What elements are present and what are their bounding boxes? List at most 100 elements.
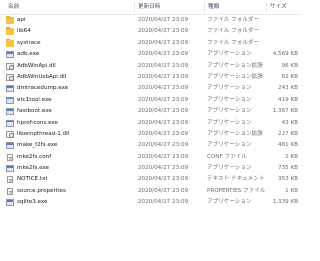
file-modified-date: 2020/04/27 23:09 [138, 130, 189, 137]
file-row[interactable]: source.properties 2020/04/27 23:09 PROPERT… [0, 186, 300, 197]
file-type: アプリケーション [207, 119, 252, 126]
file-modified-date: 2020/04/27 23:09 [138, 119, 189, 126]
exe-icon [6, 51, 14, 59]
exe-icon [6, 96, 14, 104]
folder-icon [6, 38, 14, 47]
file-name: fastboot.exe [17, 108, 52, 115]
file-row[interactable]: NOTICE.txt 2020/04/27 23:09 テキスト ドキュメント 353… [0, 174, 300, 185]
file-size: 1,367 KB [272, 108, 298, 115]
file-type: アプリケーション拡張 [207, 73, 263, 80]
file-name: libwinpthread-1.dll [17, 130, 70, 137]
file-name: mke2fs.exe [17, 165, 50, 172]
folder-icon [6, 27, 14, 36]
file-name: NOTICE.txt [17, 176, 48, 183]
file-size: 2 KB [285, 153, 298, 160]
file-row[interactable]: hprof-conv.exe 2020/04/27 23:09 アプリケーション 43… [0, 118, 300, 129]
file-list: api 2020/04/27 23:09 ファイル フォルダー lib64 2020/0… [0, 15, 300, 209]
file-modified-date: 2020/04/27 23:09 [138, 85, 189, 92]
file-type: アプリケーション [207, 108, 252, 115]
file-row[interactable]: AdbWinUsbApi.dll 2020/04/27 23:09 アプリケーション… [0, 72, 300, 83]
doc-icon [7, 187, 13, 195]
file-modified-date: 2020/04/27 23:09 [138, 28, 189, 35]
file-type: アプリケーション拡張 [207, 130, 263, 137]
file-type: ファイル フォルダー [207, 28, 260, 35]
file-modified-date: 2020/04/27 23:09 [138, 199, 189, 206]
file-row[interactable]: api 2020/04/27 23:09 ファイル フォルダー [0, 15, 300, 26]
file-modified-date: 2020/04/27 23:09 [138, 96, 189, 103]
file-name: lib64 [17, 28, 31, 35]
file-name: dmtracedump.exe [17, 85, 69, 92]
file-size: 227 KB [278, 130, 298, 137]
file-modified-date: 2020/04/27 23:09 [138, 39, 189, 46]
file-modified-date: 2020/04/27 23:09 [138, 187, 189, 194]
file-modified-date: 2020/04/27 23:09 [138, 176, 189, 183]
column-header-name[interactable]: 名前 [5, 0, 135, 14]
file-name: api [17, 17, 26, 23]
file-modified-date: 2020/04/27 23:09 [138, 142, 189, 149]
file-modified-date: 2020/04/27 23:09 [138, 153, 189, 160]
file-row[interactable]: mke2fs.conf 2020/04/27 23:09 CONF ファイル 2 KB [0, 152, 300, 163]
file-name: source.properties [17, 187, 66, 194]
dll-icon [6, 130, 14, 139]
dll-icon [6, 73, 14, 82]
file-name: hprof-conv.exe [17, 119, 58, 126]
column-header-date[interactable]: 更新日時 [135, 0, 205, 14]
doc-icon [7, 176, 13, 184]
file-size: 1 KB [285, 187, 298, 194]
file-size: 43 KB [281, 119, 298, 126]
exe-icon [6, 142, 14, 150]
file-type: アプリケーション [207, 165, 252, 172]
file-size: 4,569 KB [272, 51, 298, 58]
file-row[interactable]: libwinpthread-1.dll 2020/04/27 23:09 アプリケー… [0, 129, 300, 140]
column-header-row: 名前 更新日時 種類 サイズ [0, 0, 300, 15]
file-row[interactable]: systrace 2020/04/27 23:09 ファイル フォルダー [0, 38, 300, 49]
file-name: etc1tool.exe [17, 96, 52, 103]
file-row[interactable]: fastboot.exe 2020/04/27 23:09 アプリケーション 1,36… [0, 106, 300, 117]
file-modified-date: 2020/04/27 23:09 [138, 17, 189, 23]
file-type: アプリケーション拡張 [207, 62, 263, 69]
exe-icon [6, 85, 14, 93]
file-type: アプリケーション [207, 85, 252, 92]
file-size: 735 KB [278, 165, 298, 172]
file-row[interactable]: sqlite3.exe 2020/04/27 23:09 アプリケーション 1,339… [0, 197, 300, 208]
file-row[interactable]: etc1tool.exe 2020/04/27 23:09 アプリケーション 419 … [0, 95, 300, 106]
file-size: 243 KB [278, 85, 298, 92]
file-modified-date: 2020/04/27 23:09 [138, 73, 189, 80]
file-modified-date: 2020/04/27 23:09 [138, 62, 189, 69]
file-row[interactable]: lib64 2020/04/27 23:09 ファイル フォルダー [0, 26, 300, 37]
file-type: PROPERTIES ファイル [207, 187, 266, 194]
exe-icon [6, 119, 14, 127]
file-size: 419 KB [278, 96, 298, 103]
dll-icon [6, 62, 14, 71]
file-size: 353 KB [278, 176, 298, 183]
exe-icon [6, 108, 14, 116]
column-header-type[interactable]: 種類 [205, 0, 265, 14]
file-name: systrace [17, 39, 41, 46]
file-modified-date: 2020/04/27 23:09 [138, 165, 189, 172]
file-size: 62 KB [281, 73, 298, 80]
file-type: アプリケーション [207, 96, 252, 103]
file-row[interactable]: dmtracedump.exe 2020/04/27 23:09 アプリケーション 2… [0, 83, 300, 94]
file-name: mke2fs.conf [17, 153, 52, 160]
file-size: 1,339 KB [272, 199, 298, 206]
file-type: CONF ファイル [207, 153, 247, 160]
file-type: ファイル フォルダー [207, 17, 260, 23]
file-size: 96 KB [281, 62, 298, 69]
file-row[interactable]: AdbWinApi.dll 2020/04/27 23:09 アプリケーション拡張 9… [0, 61, 300, 72]
doc-icon [7, 153, 13, 161]
folder-icon [6, 16, 14, 24]
file-row[interactable]: make_f2fs.exe 2020/04/27 23:09 アプリケーション 481… [0, 140, 300, 151]
file-name: sqlite3.exe [17, 199, 48, 206]
file-size: 481 KB [278, 142, 298, 149]
exe-icon [6, 165, 14, 173]
file-modified-date: 2020/04/27 23:09 [138, 51, 189, 58]
column-header-size[interactable]: サイズ [267, 0, 300, 14]
file-type: ファイル フォルダー [207, 39, 260, 46]
file-type: アプリケーション [207, 142, 252, 149]
file-type: アプリケーション [207, 51, 252, 58]
file-row[interactable]: mke2fs.exe 2020/04/27 23:09 アプリケーション 735 KB [0, 163, 300, 174]
file-row[interactable]: adb.exe 2020/04/27 23:09 アプリケーション 4,569 KB [0, 49, 300, 60]
file-type: アプリケーション [207, 199, 252, 206]
file-name: make_f2fs.exe [17, 142, 58, 149]
file-name: adb.exe [17, 51, 40, 58]
